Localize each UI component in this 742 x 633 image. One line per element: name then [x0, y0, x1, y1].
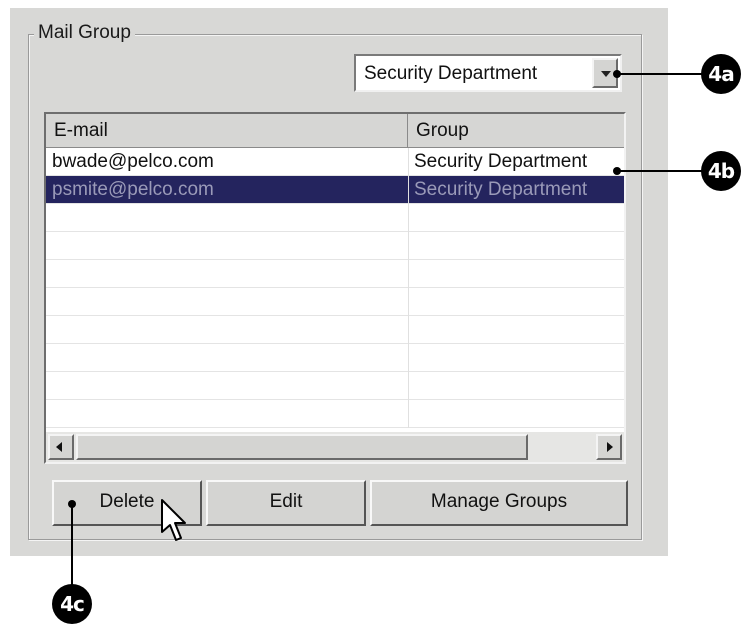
list-body: bwade@pelco.com Security Department psmi… — [46, 148, 624, 428]
empty-row — [46, 316, 624, 344]
empty-row — [46, 232, 624, 260]
empty-row — [46, 204, 624, 232]
mail-group-title: Mail Group — [34, 22, 135, 44]
callout-4c-badge: 4c — [52, 584, 92, 624]
row-group: Security Department — [414, 179, 588, 200]
row-email: psmite@pelco.com — [52, 179, 214, 200]
column-header-group[interactable]: Group — [408, 114, 624, 148]
scroll-left-button[interactable] — [48, 434, 74, 460]
arrow-left-icon — [56, 442, 62, 452]
column-header-email[interactable]: E-mail — [46, 114, 408, 148]
empty-row — [46, 344, 624, 372]
chevron-down-icon — [601, 71, 611, 77]
manage-groups-button[interactable]: Manage Groups — [370, 480, 628, 526]
row-email: bwade@pelco.com — [52, 151, 214, 172]
callout-4a-leader — [617, 73, 707, 75]
callout-4b-leader — [617, 170, 707, 172]
column-divider — [408, 148, 409, 428]
scrollbar-thumb[interactable] — [76, 434, 528, 460]
list-row[interactable]: bwade@pelco.com Security Department — [46, 148, 624, 176]
row-group: Security Department — [414, 151, 588, 172]
callout-4c-leader — [71, 504, 73, 588]
email-list[interactable]: E-mail Group bwade@pelco.com Security De… — [44, 112, 626, 464]
arrow-right-icon — [607, 442, 613, 452]
group-filter-value: Security Department — [364, 63, 538, 84]
edit-button[interactable]: Edit — [206, 480, 366, 526]
group-filter-dropdown[interactable]: Security Department — [354, 54, 622, 92]
scroll-right-button[interactable] — [596, 434, 622, 460]
callout-4b-badge: 4b — [701, 151, 741, 191]
empty-row — [46, 372, 624, 400]
callout-4a-badge: 4a — [701, 54, 741, 94]
list-row-selected[interactable]: psmite@pelco.com Security Department — [46, 176, 624, 204]
empty-row — [46, 260, 624, 288]
empty-row — [46, 400, 624, 428]
horizontal-scrollbar[interactable] — [46, 432, 624, 462]
empty-row — [46, 288, 624, 316]
list-header: E-mail Group — [46, 114, 624, 148]
mouse-pointer-icon — [161, 499, 186, 541]
